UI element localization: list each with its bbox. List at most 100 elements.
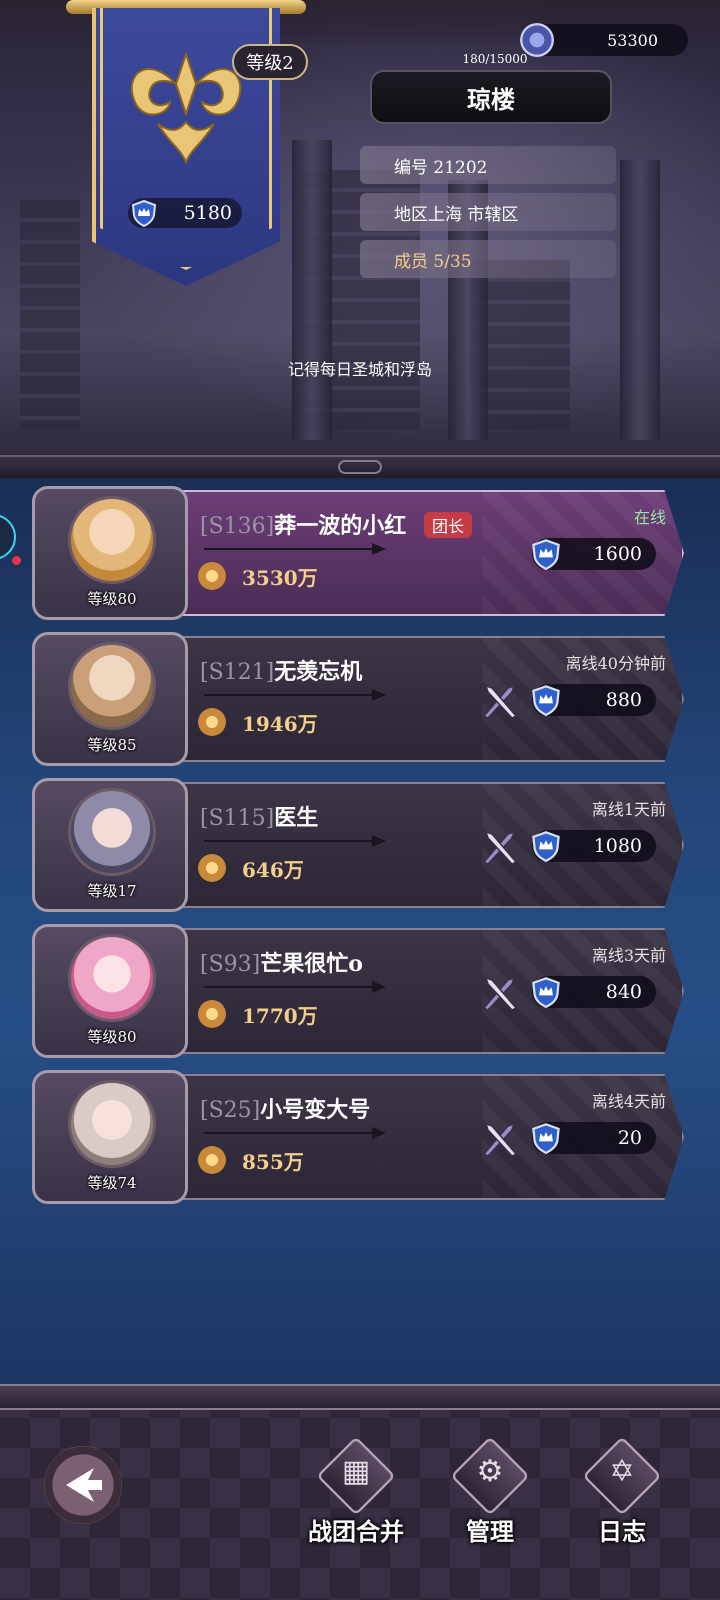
member-name-text: 小号变大号 [260,1097,371,1123]
crossed-swords-icon[interactable] [478,1118,522,1160]
member-name-text: 莽一波的小红 [274,513,407,539]
pillar [292,140,332,440]
power-icon [198,562,226,590]
member-score-value: 1080 [593,835,642,857]
guild-region: 地区上海 市辖区 [360,193,616,231]
member-card[interactable]: 等级85 [S121]无羡忘机 1946万 离线40分钟前 880 [32,632,684,766]
guild-merge-button[interactable]: ▦ 战团合并 [306,1436,406,1560]
avatar[interactable] [68,642,156,730]
scroll-log-icon: ✡ [609,1454,635,1489]
member-score: 1600 [532,538,656,570]
avatar[interactable] [68,496,156,584]
name-underline [204,981,386,993]
member-status: 离线1天前 [591,800,666,819]
member-status: 离线4天前 [591,1092,666,1111]
bottom-divider [0,1384,720,1410]
power-icon [198,1000,226,1028]
member-card[interactable]: 等级80 [S136]莽一波的小红 团长 3530万 在线 1600 [32,486,684,620]
member-score: 840 [532,976,656,1008]
member-score: 880 [532,684,656,716]
guild-merge-label: 战团合并 [308,1517,404,1546]
power-icon [198,1146,226,1174]
crossed-swords-icon[interactable] [478,972,522,1014]
guild-notice[interactable]: 记得每日圣城和浮岛 [200,356,520,380]
guild-name: 琼楼 [370,70,612,124]
bookshelf [20,200,80,430]
coin-icon [520,23,554,57]
member-power: 646万 [242,858,304,882]
crossed-swords-icon[interactable] [478,680,522,722]
avatar[interactable] [68,1080,156,1168]
member-level: 等级80 [87,1028,137,1046]
power-icon [198,708,226,736]
guild-score: 5180 [128,198,242,228]
member-power: 3530万 [242,566,318,590]
currency-display[interactable]: 53300 [520,23,688,57]
pillar [620,160,660,440]
guild-level: 等级2 [232,44,308,80]
avatar[interactable] [68,788,156,876]
member-level: 等级17 [87,882,137,900]
member-power: 1770万 [242,1004,318,1028]
crown-shield-icon [532,831,560,862]
log-label: 日志 [598,1517,646,1546]
member-status: 离线40分钟前 [565,654,666,673]
divider-ornament [338,460,382,474]
member-server: [S136] [200,514,275,539]
avatar[interactable] [68,934,156,1022]
back-arrow-icon [66,1468,102,1502]
member-card[interactable]: 等级17 [S115]医生 646万 离线1天前 1080 [32,778,684,912]
member-name-text: 无羡忘机 [274,659,363,685]
name-underline [204,543,386,555]
member-power: 1946万 [242,712,318,736]
member-score-value: 1600 [593,543,642,565]
member-card[interactable]: 等级74 [S25]小号变大号 855万 离线4天前 20 [32,1070,684,1204]
member-name-text: 医生 [274,805,319,831]
member-status: 在线 [633,508,666,527]
member-status: 离线3天前 [591,946,666,965]
name-underline [204,1127,386,1139]
member-score: 20 [532,1122,656,1154]
member-level: 等级80 [87,590,137,608]
merge-icon: ▦ [341,1454,371,1489]
guild-members[interactable]: 成员 5/35 [360,240,616,278]
member-server: [S121] [200,660,275,685]
notification-dot [12,556,21,565]
manage-button[interactable]: ⚙ 管理 [440,1436,540,1560]
guild-score-value: 5180 [183,202,232,224]
leader-badge: 团长 [424,512,473,538]
member-card[interactable]: 等级80 [S93]芒果很忙o 1770万 离线3天前 840 [32,924,684,1058]
member-power: 855万 [242,1150,304,1174]
log-button[interactable]: ✡ 日志 [572,1436,672,1560]
member-name: [S121]无羡忘机 [200,654,362,686]
name-underline [204,835,386,847]
member-name: [S25]小号变大号 [200,1092,370,1124]
member-score-value: 20 [617,1127,642,1149]
gear-icon: ⚙ [476,1454,504,1489]
guild-id: 编号 21202 [360,146,616,184]
member-score: 1080 [532,830,656,862]
member-name: [S136]莽一波的小红 [200,508,406,540]
crown-shield-icon [532,685,560,716]
crown-shield-icon [532,1123,560,1154]
currency-value: 53300 [607,30,658,50]
manage-label: 管理 [466,1517,514,1546]
crown-shield-icon [131,199,157,227]
header-divider [0,455,720,479]
name-underline [204,689,386,701]
member-server: [S93] [200,952,261,977]
member-server: [S115] [200,806,275,831]
member-level: 等级85 [87,736,137,754]
crown-shield-icon [532,977,560,1008]
member-name: [S115]医生 [200,800,318,832]
member-name-text: 芒果很忙o [260,951,363,977]
member-server: [S25] [200,1098,261,1123]
power-icon [198,854,226,882]
member-name: [S93]芒果很忙o [200,946,363,978]
member-score-value: 880 [605,689,642,711]
crossed-swords-icon[interactable] [478,826,522,868]
back-button[interactable] [44,1446,122,1524]
crown-shield-icon [532,539,560,570]
member-score-value: 840 [605,981,642,1003]
member-level: 等级74 [87,1174,137,1192]
